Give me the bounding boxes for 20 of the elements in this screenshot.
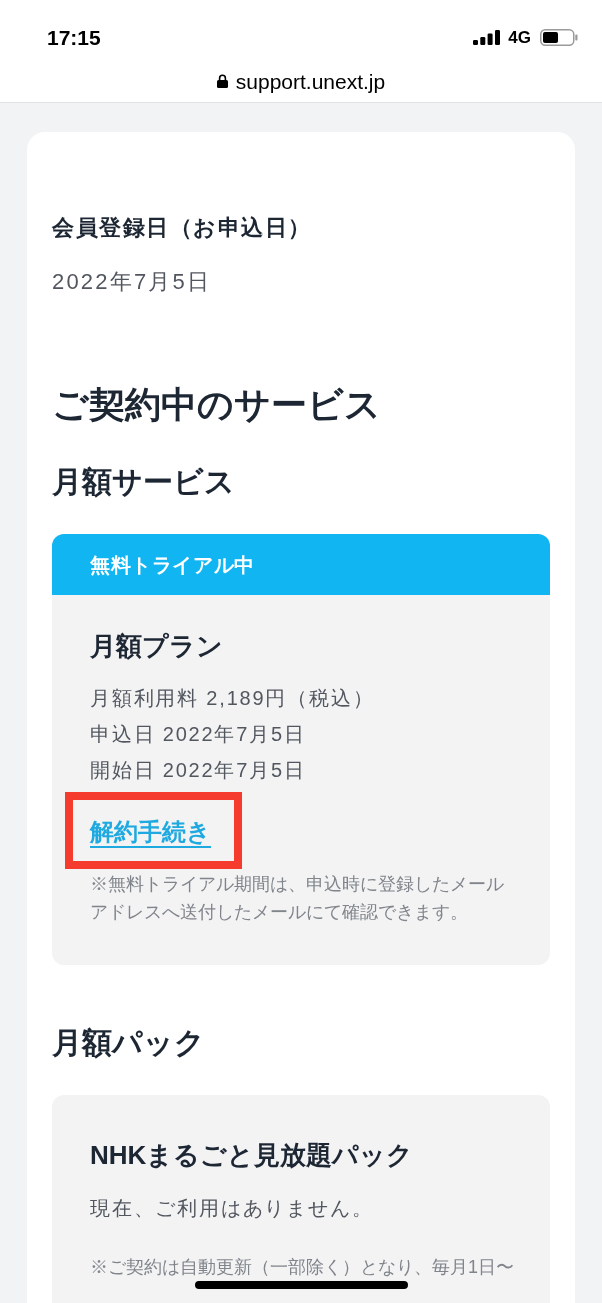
status-time: 17:15 [47, 26, 101, 48]
signal-icon [473, 29, 501, 45]
plan-detail: 現在、ご利用はありません。 [90, 1196, 375, 1221]
section-title: ご契約中のサービス [52, 383, 382, 427]
note-text: ※無料トライアル期間は、申込時に登録したメールアドレスへ送付したメールにて確認できます。 [90, 873, 505, 924]
plan-detail: 開始日 2022年7月5日 [90, 758, 307, 783]
battery-icon [540, 28, 578, 46]
plan-detail: 月額利用料 2,189円（税込） [90, 686, 376, 711]
subsection-title: 月額パック [52, 1025, 206, 1061]
trial-banner: 無料トライアル中 [52, 534, 550, 595]
registration-date: 2022年7月5日 [52, 268, 213, 296]
note-text: ※ご契約は自動更新（一部除く）となり、毎月1日〜 [90, 1256, 515, 1279]
registration-date-label: 会員登録日（お申込日） [52, 214, 313, 242]
lock-icon [216, 74, 228, 88]
address-bar[interactable]: support.unext.jp [216, 70, 386, 92]
network-label: 4G [508, 28, 531, 46]
subsection-title: 月額サービス [52, 464, 236, 500]
plan-detail: 申込日 2022年7月5日 [90, 722, 307, 747]
plan-title: NHKまるごと見放題パック [90, 1139, 415, 1172]
plan-title: 月額プラン [90, 630, 224, 663]
